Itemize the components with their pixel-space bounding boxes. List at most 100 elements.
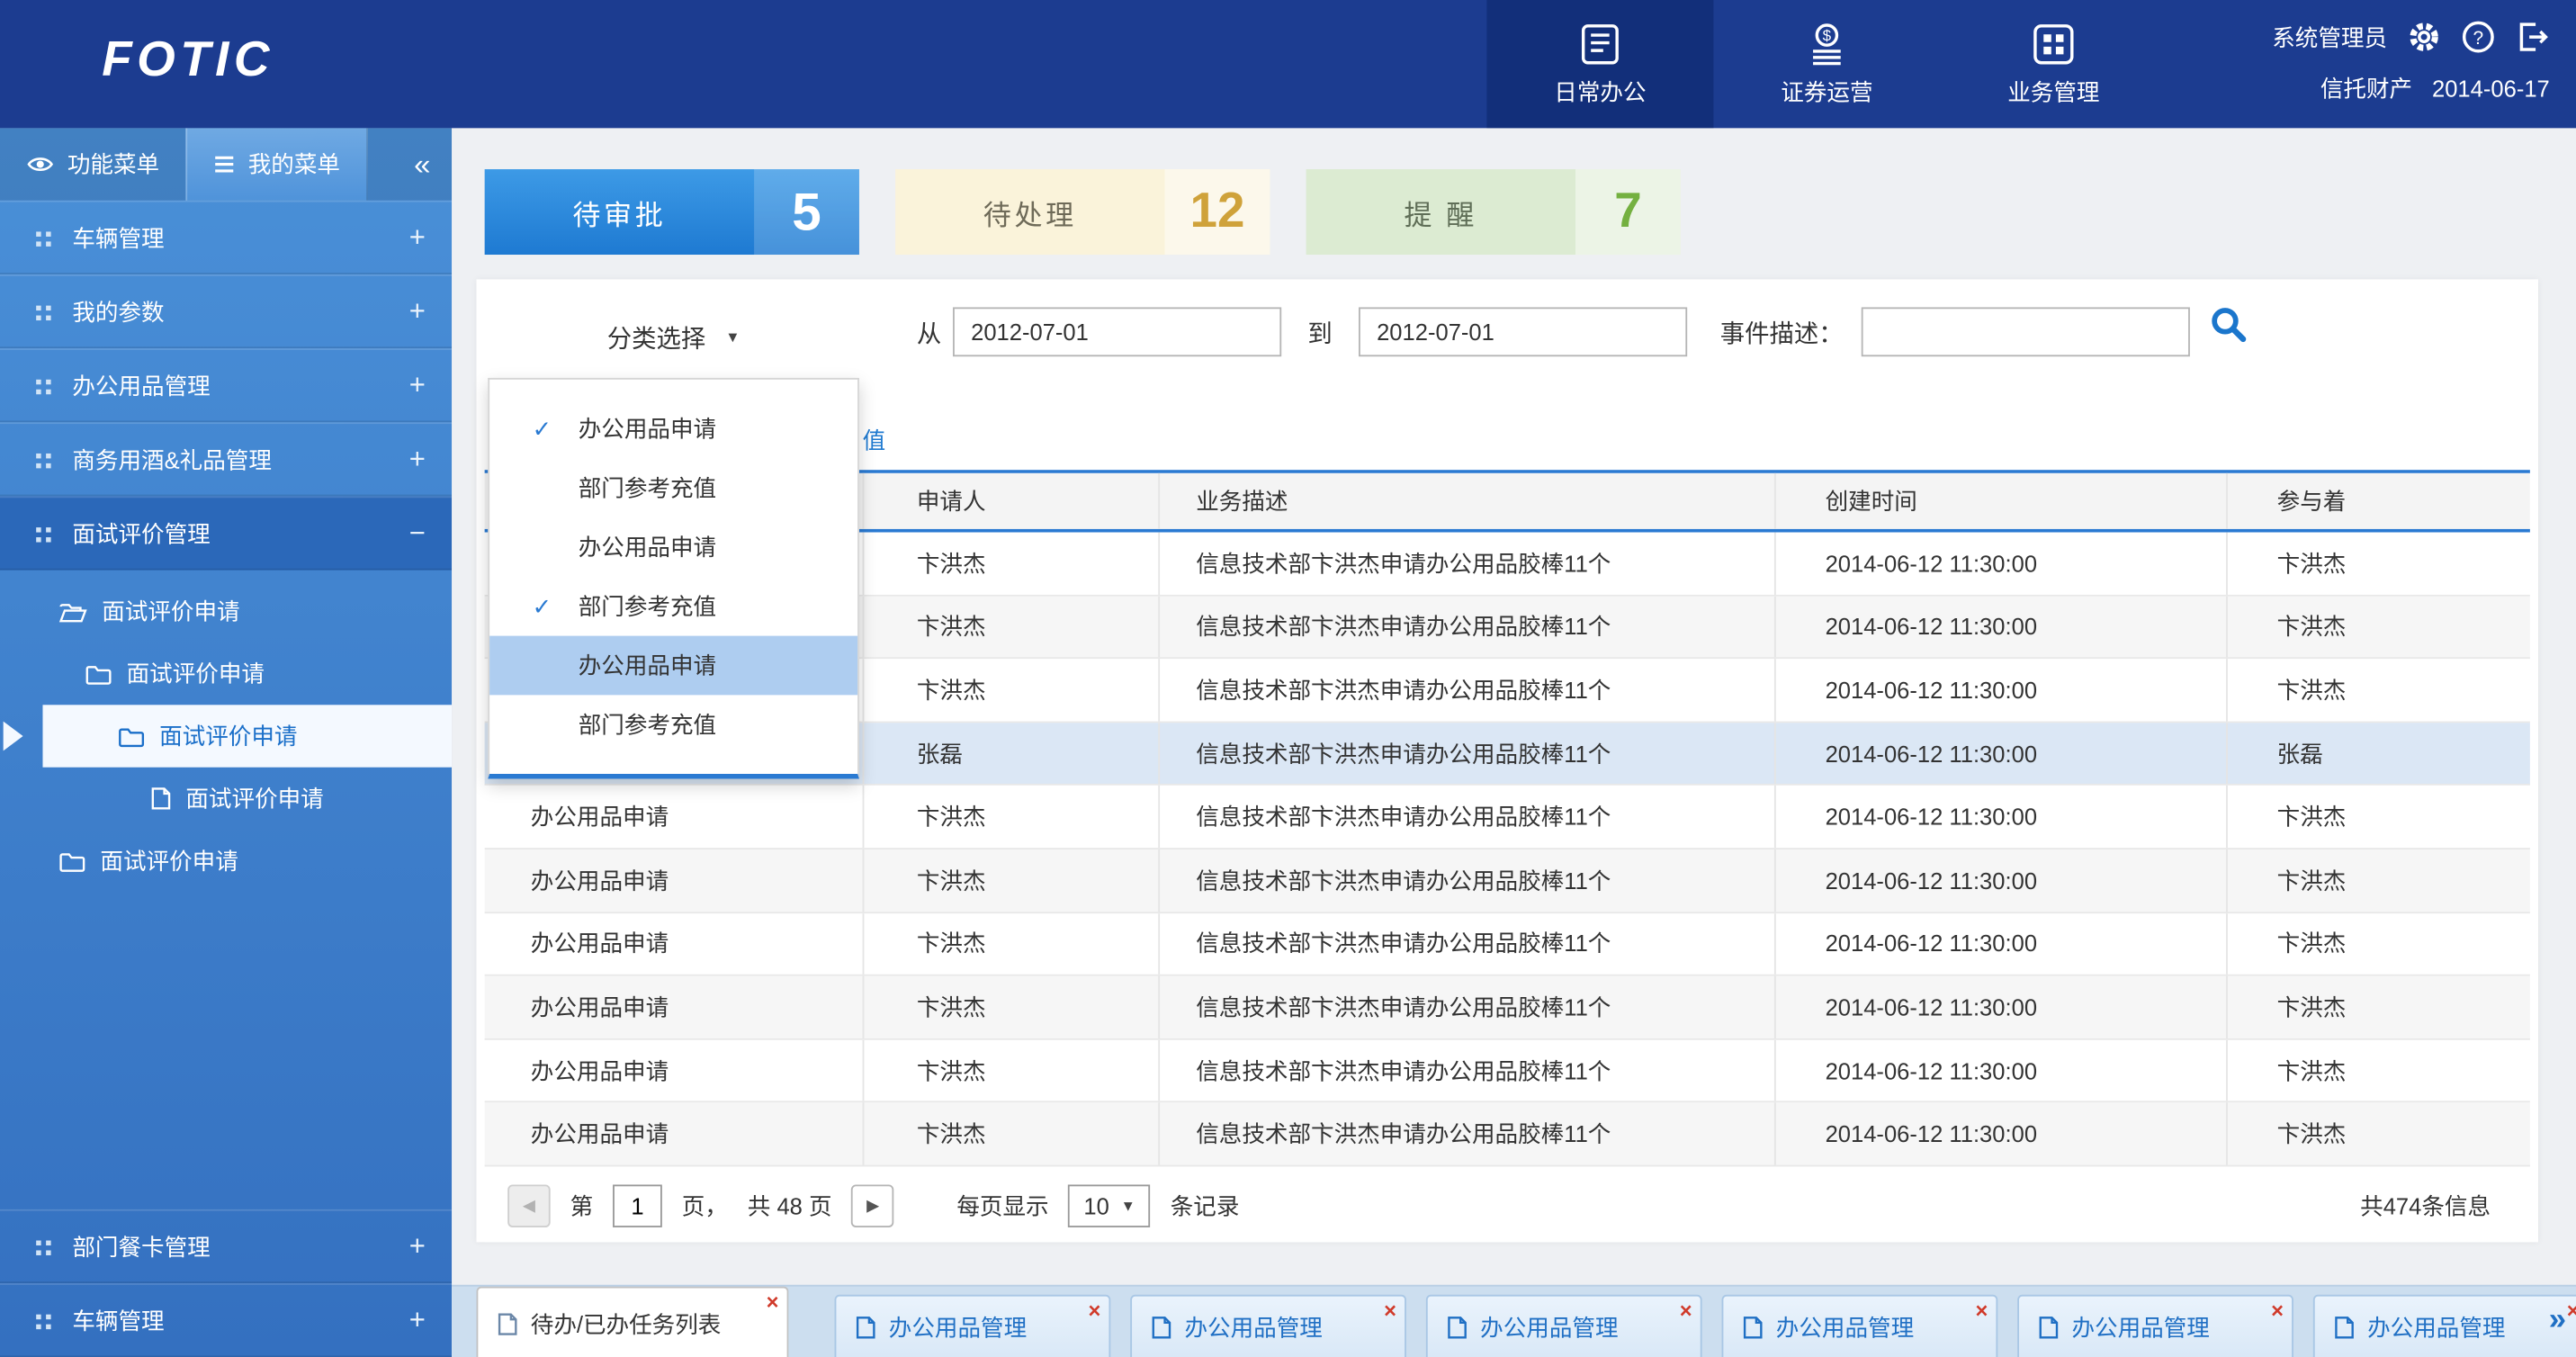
grid-dots-icon bbox=[36, 1240, 40, 1245]
sidebar-item-my-params[interactable]: 我的参数 + bbox=[0, 274, 452, 348]
gear-icon[interactable] bbox=[2407, 20, 2441, 54]
sidebar-item-label: 部门餐卡管理 bbox=[72, 1230, 210, 1263]
expand-icon[interactable]: + bbox=[409, 443, 426, 476]
tab-office-supplies[interactable]: 办公用品管理 × bbox=[1130, 1295, 1406, 1357]
table-row[interactable]: 办公用品申请卞洪杰信息技术部卞洪杰申请办公用品胶棒11个2014-06-12 1… bbox=[485, 912, 2530, 975]
sidebar-item-interview-eval[interactable]: 面试评价管理 − bbox=[0, 496, 452, 570]
close-icon[interactable]: × bbox=[2567, 1299, 2576, 1321]
sidebar-item-label: 车辆管理 bbox=[72, 221, 164, 255]
event-desc-label: 事件描述： bbox=[1720, 316, 1844, 350]
date-from-input[interactable] bbox=[953, 307, 1281, 356]
nav-label: 业务管理 bbox=[2007, 75, 2099, 108]
table-row[interactable]: 办公用品申请卞洪杰信息技术部卞洪杰申请办公用品胶棒11个2014-06-12 1… bbox=[485, 1103, 2530, 1166]
tab-function-menu[interactable]: 功能菜单 bbox=[0, 128, 185, 200]
close-icon[interactable]: × bbox=[767, 1291, 779, 1313]
logout-icon[interactable] bbox=[2515, 20, 2549, 54]
app-root: FOTIC 日常办公 $ 证券运营 业务管理 bbox=[0, 0, 2576, 1357]
nav-item-daily-office[interactable]: 日常办公 bbox=[1486, 0, 1713, 128]
tree-item-interview-request-selected[interactable]: 面试评价申请 bbox=[42, 705, 452, 767]
sidebar-item-wine-gifts[interactable]: 商务用酒&礼品管理 + bbox=[0, 422, 452, 496]
next-page-button[interactable]: ▶ bbox=[851, 1184, 893, 1227]
chevron-down-icon: ▼ bbox=[725, 328, 740, 345]
dropdown-option[interactable]: ✓ 部门参考充值 bbox=[489, 695, 857, 754]
date-to-input[interactable] bbox=[1359, 307, 1687, 356]
tree-item-interview-request[interactable]: 面试评价申请 bbox=[0, 643, 452, 705]
top-nav: 日常办公 $ 证券运营 业务管理 bbox=[1486, 0, 2167, 128]
expand-icon[interactable]: + bbox=[409, 1304, 426, 1337]
stat-card-reminder[interactable]: 提 醒 7 bbox=[1306, 169, 1681, 255]
tree-item-interview-request[interactable]: 面试评价申请 bbox=[0, 830, 452, 892]
dropdown-option[interactable]: ✓ 办公用品申请 bbox=[489, 517, 857, 577]
stat-label: 待审批 bbox=[485, 169, 754, 255]
help-icon[interactable]: ? bbox=[2461, 20, 2495, 54]
close-icon[interactable]: × bbox=[1680, 1299, 1692, 1321]
dropdown-option[interactable]: ✓ 部门参考充值 bbox=[489, 577, 857, 636]
tab-office-supplies[interactable]: 办公用品管理 × bbox=[1426, 1295, 1702, 1357]
folder-icon bbox=[85, 663, 112, 685]
stat-value: 5 bbox=[754, 169, 859, 255]
stat-card-pending-approval[interactable]: 待审批 5 bbox=[485, 169, 859, 255]
tab-office-supplies[interactable]: 办公用品管理 × bbox=[2017, 1295, 2293, 1357]
close-icon[interactable]: × bbox=[1975, 1299, 1988, 1321]
tab-office-supplies[interactable]: 办公用品管理 × bbox=[835, 1295, 1111, 1357]
tab-overflow-button[interactable]: » bbox=[2549, 1303, 2566, 1339]
dropdown-option[interactable]: ✓ 办公用品申请 bbox=[489, 400, 857, 459]
document-icon bbox=[2335, 1316, 2355, 1339]
tree-item-label: 面试评价申请 bbox=[100, 845, 238, 878]
tree-item-interview-request[interactable]: 面试评价申请 bbox=[0, 768, 452, 830]
user-area: 系统管理员 ? 信托财产 2014-06-17 bbox=[2272, 20, 2550, 105]
table-row[interactable]: 办公用品申请卞洪杰信息技术部卞洪杰申请办公用品胶棒11个2014-06-12 1… bbox=[485, 786, 2530, 849]
nav-item-securities[interactable]: $ 证券运营 bbox=[1713, 0, 1940, 128]
sidebar-item-office-supplies[interactable]: 办公用品管理 + bbox=[0, 348, 452, 422]
col-header-description: 业务描述 bbox=[1158, 473, 1774, 529]
stat-value: 7 bbox=[1575, 169, 1681, 255]
tree-item-label: 面试评价申请 bbox=[185, 782, 323, 815]
dropdown-option-highlighted[interactable]: ✓ 办公用品申请 bbox=[489, 636, 857, 696]
sidebar-collapse-button[interactable]: « bbox=[392, 128, 452, 200]
grid-dots-icon bbox=[36, 453, 40, 457]
search-icon[interactable] bbox=[2210, 306, 2248, 352]
stat-label: 待处理 bbox=[895, 169, 1164, 255]
nav-item-business[interactable]: 业务管理 bbox=[1940, 0, 2167, 128]
stat-card-pending-process[interactable]: 待处理 12 bbox=[895, 169, 1270, 255]
total-records: 共474条信息 bbox=[2360, 1190, 2513, 1223]
sidebar-item-vehicle-2[interactable]: 车辆管理 + bbox=[0, 1283, 452, 1357]
file-icon bbox=[151, 787, 171, 811]
document-icon bbox=[1743, 1316, 1763, 1339]
per-page-select[interactable]: 10 ▼ bbox=[1068, 1184, 1150, 1227]
tree-item-label: 面试评价申请 bbox=[127, 657, 265, 690]
grid-dots-icon bbox=[36, 305, 40, 310]
prev-page-button[interactable]: ◀ bbox=[507, 1184, 550, 1227]
fotic-logo: FOTIC bbox=[102, 33, 274, 89]
expand-icon[interactable]: + bbox=[409, 221, 426, 255]
tab-my-label: 我的菜单 bbox=[248, 148, 340, 181]
table-row[interactable]: 办公用品申请卞洪杰信息技术部卞洪杰申请办公用品胶棒11个2014-06-12 1… bbox=[485, 976, 2530, 1039]
tab-office-supplies[interactable]: 办公用品管理 × bbox=[2313, 1295, 2576, 1357]
close-icon[interactable]: × bbox=[2271, 1299, 2284, 1321]
username: 系统管理员 bbox=[2272, 21, 2387, 54]
sidebar-item-meal-card[interactable]: 部门餐卡管理 + bbox=[0, 1209, 452, 1283]
collapse-minus-icon[interactable]: − bbox=[409, 517, 426, 550]
document-icon bbox=[498, 1312, 517, 1335]
page-number-input[interactable] bbox=[613, 1184, 662, 1227]
sidebar-item-vehicle[interactable]: 车辆管理 + bbox=[0, 201, 452, 274]
dropdown-option[interactable]: ✓ 部门参考充值 bbox=[489, 458, 857, 517]
expand-icon[interactable]: + bbox=[409, 369, 426, 402]
eye-icon bbox=[26, 155, 54, 175]
close-icon[interactable]: × bbox=[1384, 1299, 1396, 1321]
table-row[interactable]: 办公用品申请卞洪杰信息技术部卞洪杰申请办公用品胶棒11个2014-06-12 1… bbox=[485, 849, 2530, 912]
tree-item-interview-request[interactable]: 面试评价申请 bbox=[0, 580, 452, 643]
document-icon bbox=[1152, 1316, 1171, 1339]
tab-my-menu[interactable]: 我的菜单 bbox=[185, 128, 368, 200]
event-desc-input[interactable] bbox=[1862, 307, 2190, 356]
expand-icon[interactable]: + bbox=[409, 295, 426, 328]
expand-icon[interactable]: + bbox=[409, 1230, 426, 1263]
partial-link-text[interactable]: 值 bbox=[863, 424, 886, 457]
current-date: 2014-06-17 bbox=[2432, 76, 2550, 102]
col-header-applicant: 申请人 bbox=[863, 473, 1159, 529]
tab-task-list[interactable]: 待办/已办任务列表 × bbox=[477, 1287, 789, 1357]
table-row[interactable]: 办公用品申请卞洪杰信息技术部卞洪杰申请办公用品胶棒11个2014-06-12 1… bbox=[485, 1039, 2530, 1102]
tab-office-supplies[interactable]: 办公用品管理 × bbox=[1722, 1295, 1998, 1357]
category-select[interactable]: 分类选择 ▼ bbox=[488, 304, 859, 370]
close-icon[interactable]: × bbox=[1088, 1299, 1100, 1321]
